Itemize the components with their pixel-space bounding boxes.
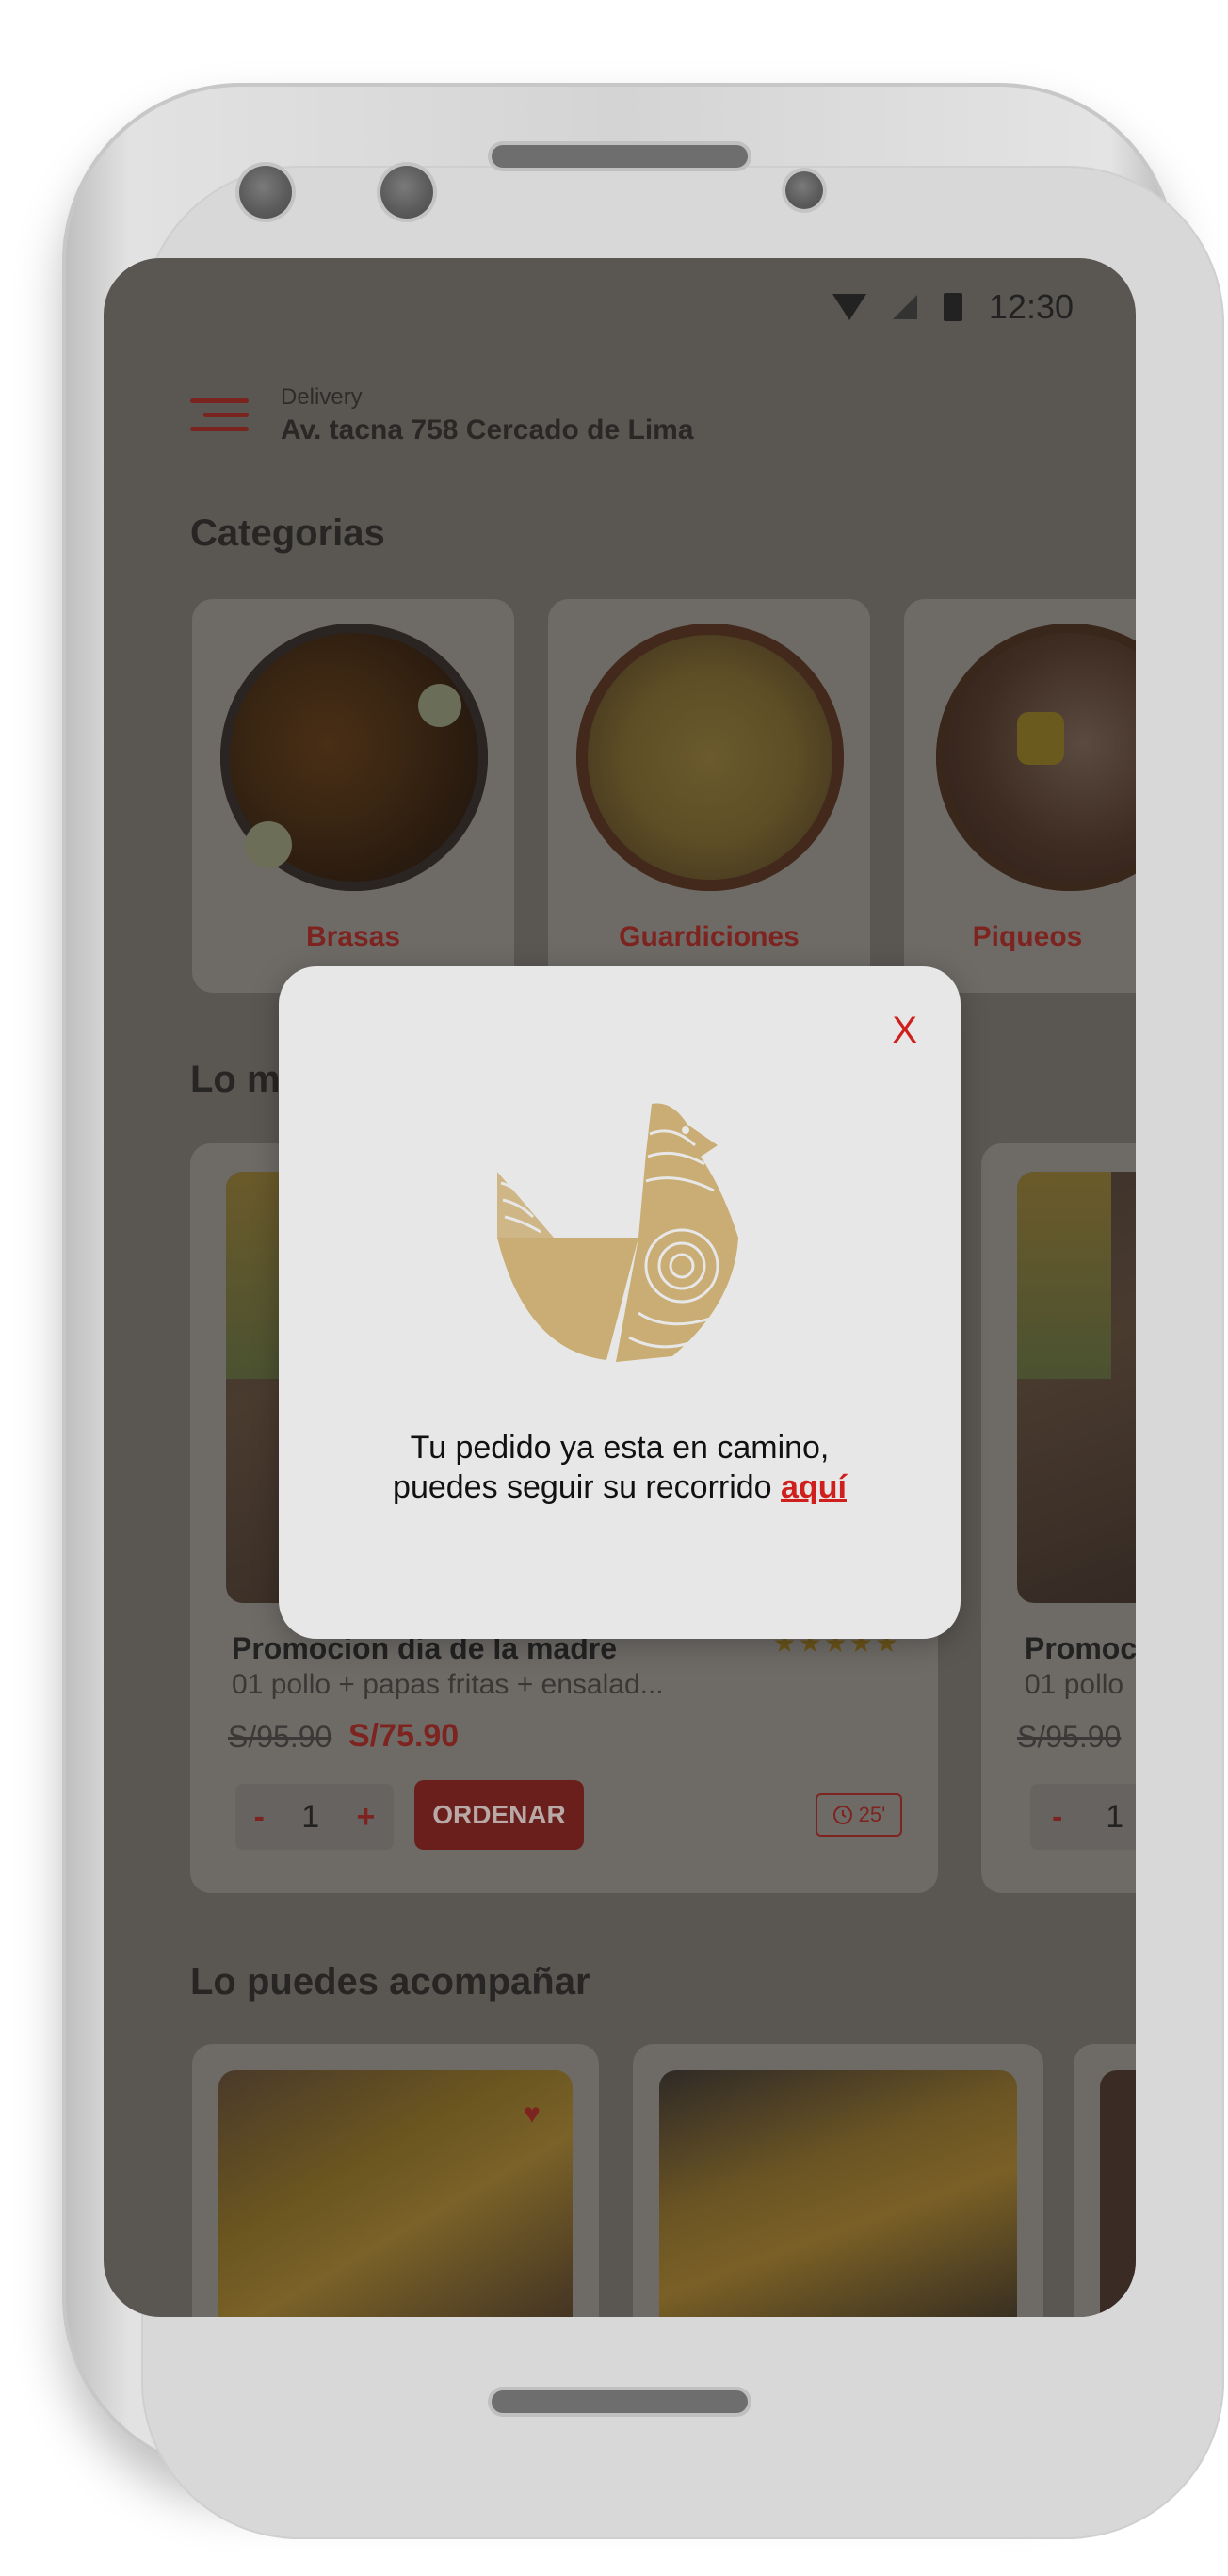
close-button[interactable]: X	[892, 1010, 917, 1052]
side-card[interactable]: ♥	[192, 2044, 599, 2317]
message-line-2: puedes seguir su recorrido aquí	[279, 1467, 961, 1507]
status-bar: 12:30	[832, 286, 1074, 328]
chicken-logo-icon	[497, 1103, 738, 1362]
proximity-sensor	[785, 171, 823, 209]
bottom-speaker	[492, 2390, 748, 2413]
product-description: 01 pollo	[1025, 1669, 1124, 1700]
track-order-link[interactable]: aquí	[781, 1469, 847, 1505]
delivery-address[interactable]: Delivery Av. tacna 758 Cercado de Lima	[281, 384, 694, 446]
heart-icon[interactable]: ♥	[524, 2098, 541, 2130]
app-header: Delivery Av. tacna 758 Cercado de Lima	[190, 384, 694, 446]
prep-time-badge: 25'	[816, 1793, 902, 1837]
product-name: Promoc	[1025, 1631, 1136, 1665]
product-price: S/75.90	[348, 1718, 460, 1754]
prep-time: 25'	[858, 1803, 886, 1826]
address-text: Av. tacna 758 Cercado de Lima	[281, 414, 694, 446]
category-card-piqueos[interactable]: Piqueos	[904, 599, 1136, 993]
category-card-brasas[interactable]: Brasas	[192, 599, 514, 993]
signal-icon	[892, 295, 917, 319]
menu-icon[interactable]	[190, 397, 249, 434]
increase-button[interactable]: +	[356, 1799, 375, 1836]
category-label: Brasas	[305, 921, 401, 952]
guardiciones-image	[576, 624, 844, 891]
quantity-stepper: - 1	[1030, 1784, 1136, 1850]
battery-icon	[943, 293, 962, 321]
categories-title: Categorias	[190, 512, 385, 554]
featured-title: Lo m	[190, 1059, 281, 1100]
sides-title: Lo puedes acompañar	[190, 1961, 590, 2002]
product-image	[1017, 1172, 1136, 1603]
message-line-1: Tu pedido ya esta en camino,	[410, 1430, 830, 1466]
product-card[interactable]: Promoc 01 pollo S/95.90 - 1	[981, 1143, 1136, 1893]
category-label: Piqueos	[972, 921, 1083, 952]
decrease-button[interactable]: -	[254, 1799, 265, 1836]
front-camera	[239, 166, 292, 219]
quantity-stepper: - 1 +	[235, 1784, 394, 1850]
clock-icon	[832, 1806, 852, 1824]
quantity-value: 1	[1106, 1798, 1124, 1835]
status-time: 12:30	[988, 287, 1074, 326]
gratin-image	[659, 2070, 1017, 2317]
app-screen: 12:30 Delivery Av. tacna 758 Cercado de …	[104, 258, 1136, 2317]
side-card[interactable]	[1074, 2044, 1136, 2317]
quantity-value: 1	[301, 1798, 320, 1835]
wifi-icon	[832, 294, 866, 320]
category-card-guardiciones[interactable]: Guardiciones	[548, 599, 870, 993]
earpiece-speaker	[492, 145, 748, 168]
category-label: Guardiciones	[619, 921, 800, 952]
fries-image	[218, 2070, 573, 2317]
side-card[interactable]	[633, 2044, 1043, 2317]
product-old-price: S/95.90	[1017, 1720, 1122, 1754]
delivery-mode-label: Delivery	[281, 384, 363, 410]
front-sensor	[380, 166, 433, 219]
order-status-dialog: X Tu pedido ya esta en camino, puedes se…	[279, 966, 961, 1639]
product-old-price: S/95.90	[228, 1720, 332, 1754]
product-description: 01 pollo + papas fritas + ensalad...	[232, 1669, 664, 1700]
order-status-message: Tu pedido ya esta en camino, puedes segu…	[279, 1428, 961, 1507]
side-image	[1100, 2070, 1136, 2317]
decrease-button[interactable]: -	[1052, 1799, 1062, 1836]
message-line-2-text: puedes seguir su recorrido	[393, 1469, 772, 1505]
order-button[interactable]: ORDENAR	[414, 1780, 584, 1850]
